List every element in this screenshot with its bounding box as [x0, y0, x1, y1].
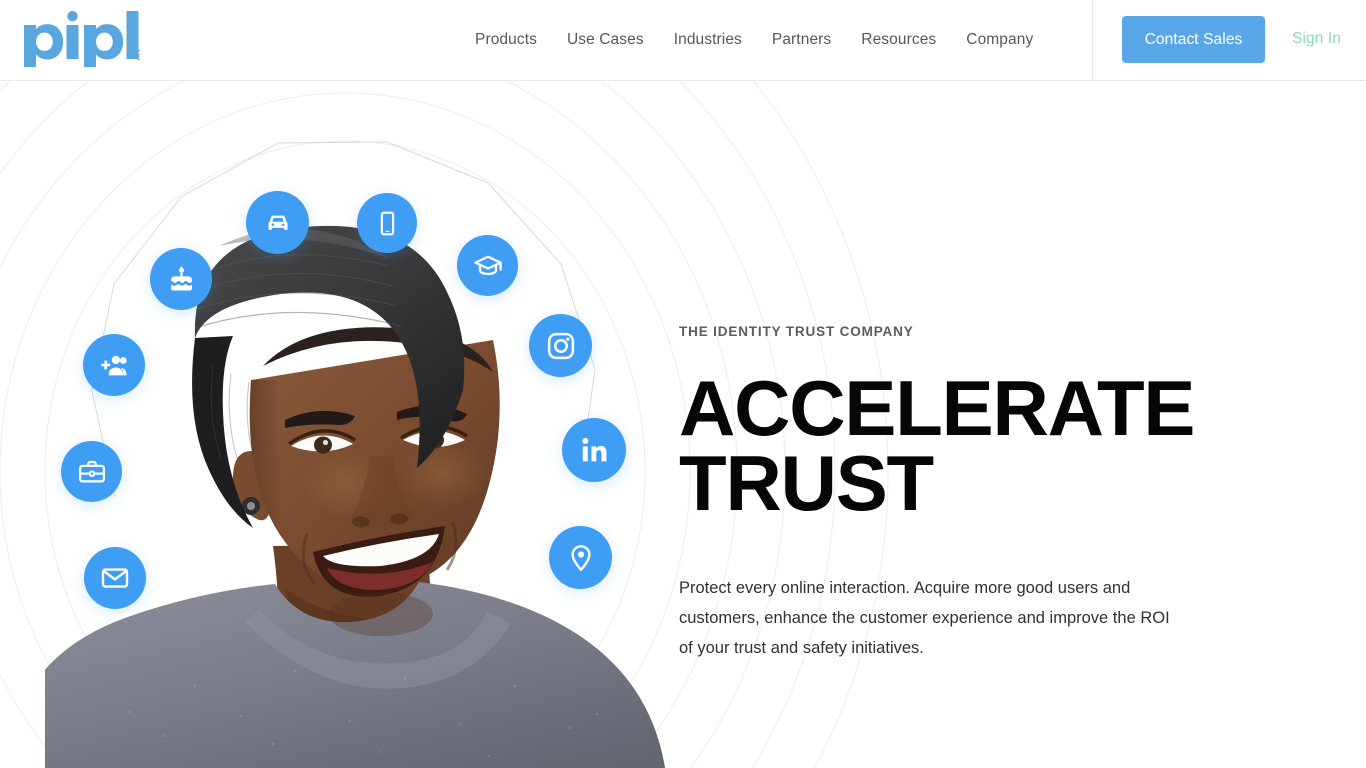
add-people-icon	[101, 355, 127, 376]
sign-in-link[interactable]: Sign In	[1292, 30, 1341, 48]
node-add-people[interactable]	[83, 334, 145, 396]
email-icon	[101, 568, 129, 588]
nav-item-industries[interactable]: Industries	[659, 25, 757, 55]
headline-line-2: TRUST	[679, 438, 934, 527]
mobile-icon	[380, 211, 394, 235]
hero-section: THE IDENTITY TRUST COMPANY ACCELERATE TR…	[0, 81, 1366, 768]
hero-body-text: Protect every online interaction. Acquir…	[679, 578, 1170, 657]
site-header: R Products Use Cases Industries Partners…	[0, 0, 1366, 81]
primary-navigation: Products Use Cases Industries Partners R…	[460, 0, 1048, 80]
car-icon	[268, 215, 287, 230]
birthday-icon	[170, 265, 192, 290]
pipl-logo[interactable]: R	[22, 9, 142, 69]
education-icon	[473, 255, 502, 275]
node-instagram[interactable]	[529, 314, 592, 377]
node-location[interactable]	[549, 526, 612, 589]
node-education[interactable]	[457, 235, 518, 296]
node-linkedin[interactable]	[562, 418, 626, 482]
nav-item-partners[interactable]: Partners	[757, 25, 846, 55]
node-car[interactable]	[246, 191, 309, 254]
linkedin-icon	[582, 437, 607, 462]
node-work[interactable]	[61, 441, 122, 502]
hero-eyebrow: THE IDENTITY TRUST COMPANY	[679, 324, 914, 339]
instagram-icon	[547, 332, 574, 359]
hero-headline: ACCELERATE TRUST	[679, 369, 1239, 522]
svg-text:R: R	[138, 53, 140, 60]
nav-item-company[interactable]: Company	[951, 25, 1048, 55]
hero-copy: THE IDENTITY TRUST COMPANY ACCELERATE TR…	[679, 324, 1279, 663]
work-icon	[78, 460, 105, 482]
node-mobile[interactable]	[357, 193, 417, 253]
node-email[interactable]	[84, 547, 146, 609]
nav-item-products[interactable]: Products	[460, 25, 552, 55]
location-icon	[570, 544, 591, 571]
header-divider	[1092, 0, 1093, 80]
nav-item-use-cases[interactable]: Use Cases	[552, 25, 659, 55]
contact-sales-button[interactable]: Contact Sales	[1122, 16, 1265, 63]
nav-item-resources[interactable]: Resources	[846, 25, 951, 55]
node-birthday[interactable]	[150, 248, 212, 310]
